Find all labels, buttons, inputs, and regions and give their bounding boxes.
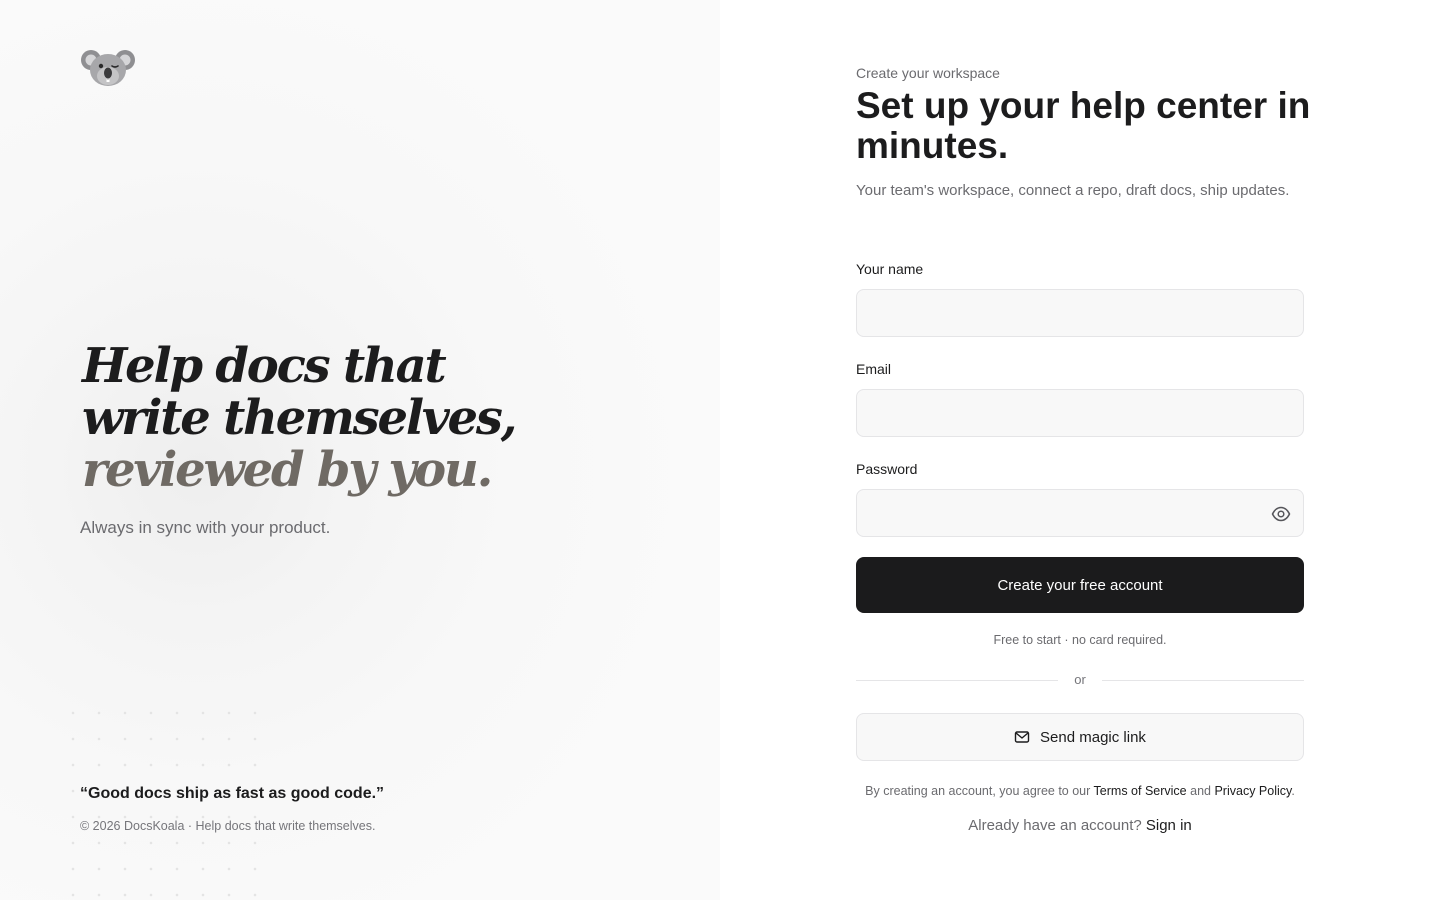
email-input[interactable] <box>857 390 1303 436</box>
magic-link-button[interactable]: Send magic link <box>856 713 1304 761</box>
copyright-text: © 2026 DocsKoala · Help docs that write … <box>80 819 376 833</box>
mail-icon <box>1014 731 1030 743</box>
password-label: Password <box>856 461 918 477</box>
name-label: Your name <box>856 261 924 277</box>
legal-text: By creating an account, you agree to our… <box>836 784 1324 798</box>
name-input[interactable] <box>857 290 1303 336</box>
legal-suffix: . <box>1291 784 1295 798</box>
name-field-container <box>856 289 1304 337</box>
hero-line-3: reviewed by you. <box>82 442 493 498</box>
hero-subtitle: Always in sync with your product. <box>80 518 331 537</box>
sign-in-link[interactable]: Sign in <box>1146 817 1192 834</box>
or-divider: or <box>856 672 1304 690</box>
hero-line-2: write themselves, <box>82 390 517 446</box>
magic-link-label: Send magic link <box>1040 728 1146 746</box>
privacy-link[interactable]: Privacy Policy <box>1214 784 1291 798</box>
email-field-container <box>856 389 1304 437</box>
form-eyebrow: Create your workspace <box>856 65 1000 81</box>
legal-and: and <box>1190 784 1211 798</box>
password-field-container <box>856 489 1304 537</box>
email-label: Email <box>856 361 892 377</box>
legal-prefix: By creating an account, you agree to our <box>865 784 1091 798</box>
brand-panel: Help docs that write themselves, reviewe… <box>0 0 720 900</box>
terms-link[interactable]: Terms of Service <box>1094 784 1187 798</box>
pricing-note: Free to start · no card required. <box>993 633 1167 647</box>
create-account-button[interactable]: Create your free account <box>856 557 1304 613</box>
eye-icon[interactable] <box>1271 504 1291 524</box>
divider-line-right <box>1102 680 1304 681</box>
hero-line-1: Help docs that <box>82 338 447 394</box>
page-title: Set up your help center in minutes. <box>856 85 1311 166</box>
hero-headline: Help docs that write themselves, reviewe… <box>82 340 642 496</box>
signup-form: Create your workspace Set up your help c… <box>856 0 1310 900</box>
koala-icon <box>81 50 135 86</box>
password-input[interactable] <box>857 490 1303 536</box>
form-subtitle: Your team's workspace, connect a repo, d… <box>856 182 1290 199</box>
testimonial-quote: “Good docs ship as fast as good code.” <box>80 785 385 802</box>
signin-prompt-text: Already have an account? <box>968 817 1142 834</box>
signin-prompt: Already have an account? Sign in <box>856 817 1304 834</box>
